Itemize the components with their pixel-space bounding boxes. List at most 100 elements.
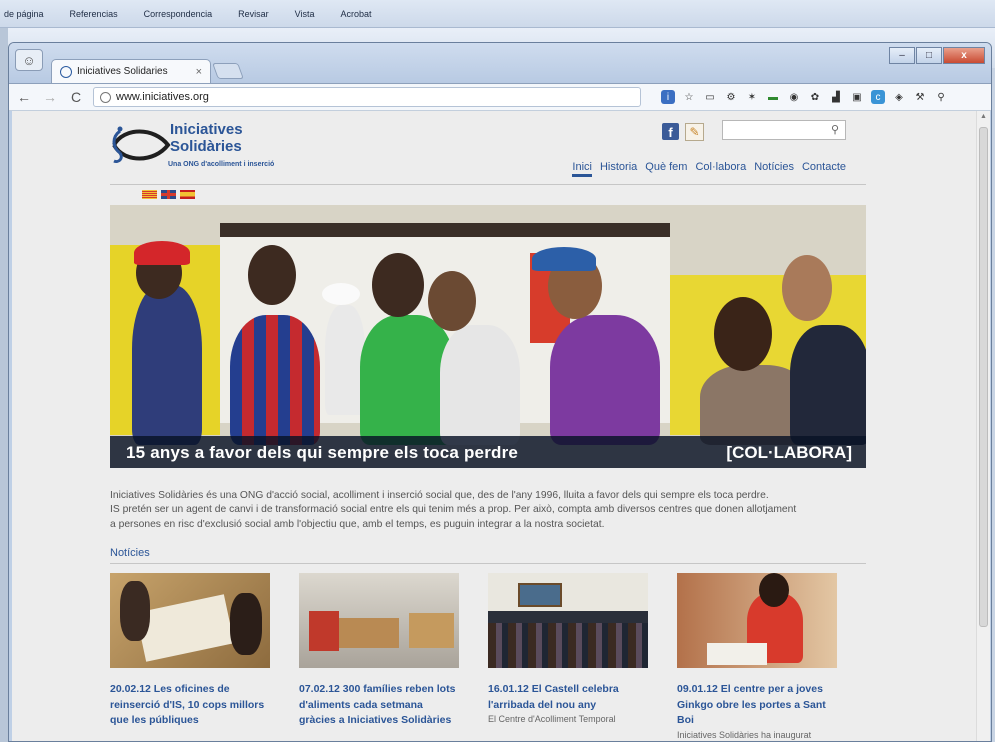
mail-icon[interactable]: ✎ — [685, 123, 704, 141]
search-icon[interactable]: ⚲ — [831, 123, 839, 136]
record-icon[interactable]: ◉ — [787, 90, 801, 104]
thumb-box — [409, 613, 454, 648]
main-navigation: Inici Historia Què fem Col·labora Notíci… — [572, 161, 846, 177]
puzzle-icon[interactable]: ✶ — [745, 90, 759, 104]
news-item[interactable]: 20.02.12 Les oficines de reinserció d'IS… — [110, 573, 270, 729]
thumb-box — [339, 618, 399, 648]
browser-tab[interactable]: Iniciatives Solidaries × — [51, 59, 211, 83]
hero-person-head — [248, 245, 296, 305]
browser-toolbar: ← → C www.iniciatives.org i ☆ ▭ ⚙ ✶ ▬ ◉ … — [9, 83, 991, 111]
english-flag-icon[interactable] — [161, 190, 176, 199]
extension-icons: i ☆ ▭ ⚙ ✶ ▬ ◉ ✿ ▟ ▣ c ◈ ⚒ ⚲ — [661, 90, 948, 104]
word-menu-item[interactable]: Referencias — [70, 9, 118, 19]
logo-line1: Iniciatives — [170, 121, 243, 138]
maximize-button[interactable]: □ — [916, 47, 942, 64]
intro-line: Iniciatives Solidàries és una ONG d'acci… — [110, 490, 769, 501]
hero-person — [440, 325, 520, 445]
word-menu-item[interactable]: Vista — [295, 9, 315, 19]
page-favicon-icon — [60, 65, 72, 78]
new-tab-button[interactable] — [212, 63, 244, 79]
reload-button[interactable]: C — [67, 89, 85, 105]
news-title[interactable]: 07.02.12 300 famílies reben lots d'alime… — [299, 682, 459, 729]
news-heading[interactable]: Notícies — [110, 547, 150, 559]
intro-text: Iniciatives Solidàries és una ONG d'acci… — [110, 489, 866, 532]
news-divider — [110, 563, 866, 564]
hero-caption: 15 anys a favor dels qui sempre els toca… — [126, 443, 519, 462]
wrench-icon[interactable]: ⚲ — [934, 90, 948, 104]
forward-button[interactable]: → — [41, 89, 59, 105]
hero-person — [325, 305, 365, 415]
news-thumbnail[interactable] — [677, 573, 837, 668]
gear-icon[interactable]: ⚙ — [724, 90, 738, 104]
hero-person — [230, 315, 320, 445]
url-text: www.iniciatives.org — [116, 91, 209, 103]
collaborate-link[interactable]: [COL·LABORA] — [726, 443, 852, 463]
address-bar[interactable]: www.iniciatives.org — [93, 87, 641, 107]
globe-icon — [100, 91, 111, 103]
news-thumbnail[interactable] — [488, 573, 648, 668]
nav-noticies[interactable]: Notícies — [754, 161, 794, 177]
extension-info-icon[interactable]: i — [661, 90, 675, 104]
tab-close-icon[interactable]: × — [196, 66, 202, 78]
browser-window: ☺ Iniciatives Solidaries × – □ x ← → C w… — [8, 42, 992, 742]
close-button[interactable]: x — [943, 47, 985, 64]
nav-que-fem[interactable]: Què fem — [645, 161, 687, 177]
hero-banner[interactable]: 15 anys a favor dels qui sempre els toca… — [110, 205, 866, 468]
minimize-button[interactable]: – — [889, 47, 915, 64]
news-title[interactable]: 09.01.12 El centre per a joves Ginkgo ob… — [677, 682, 837, 729]
nav-inici[interactable]: Inici — [572, 161, 592, 177]
window-controls: – □ x — [889, 47, 985, 64]
nav-historia[interactable]: Historia — [600, 161, 637, 177]
leaf-icon[interactable]: ▬ — [766, 90, 780, 104]
word-menu-item[interactable]: de página — [4, 9, 44, 19]
screen-icon[interactable]: ▟ — [829, 90, 843, 104]
catalan-flag-icon[interactable] — [142, 190, 157, 199]
thumb-crowd — [488, 623, 648, 668]
intro-line: a persones en risc d'exclusió social amb… — [110, 518, 605, 530]
site-logo[interactable]: Iniciatives Solidàries Una ONG d'acollim… — [110, 119, 274, 175]
scroll-thumb[interactable] — [979, 127, 988, 627]
logo-title: Iniciatives Solidàries — [170, 121, 243, 155]
thumb-papers — [135, 594, 235, 662]
nav-contacte[interactable]: Contacte — [802, 161, 846, 177]
word-menu-item[interactable]: Correspondencia — [144, 9, 213, 19]
c-extension-icon[interactable]: c — [871, 90, 885, 104]
back-button[interactable]: ← — [15, 89, 33, 105]
page-viewport: Iniciatives Solidàries Una ONG d'acollim… — [12, 111, 990, 741]
incognito-icon: ☺ — [15, 49, 43, 71]
hero-person-head — [714, 297, 772, 371]
news-item[interactable]: 09.01.12 El centre per a joves Ginkgo ob… — [677, 573, 837, 741]
facebook-icon[interactable]: f — [662, 123, 679, 140]
news-thumbnail[interactable] — [299, 573, 459, 668]
hero-person-head — [428, 271, 476, 331]
browser-titlebar[interactable]: ☺ Iniciatives Solidaries × – □ x — [9, 43, 991, 83]
red-cap — [134, 241, 190, 265]
news-snippet: Iniciatives Solidàries ha inaugurat — [677, 729, 812, 740]
site-search-input[interactable]: ⚲ — [722, 120, 846, 140]
world-icon[interactable]: ✿ — [808, 90, 822, 104]
speaker-icon[interactable]: ◈ — [892, 90, 906, 104]
nav-col-labora[interactable]: Col·labora — [695, 161, 746, 177]
star-icon[interactable]: ☆ — [682, 90, 696, 104]
keyboard-icon[interactable]: ▭ — [703, 90, 717, 104]
news-thumbnail[interactable] — [110, 573, 270, 668]
spanish-flag-icon[interactable] — [180, 190, 195, 199]
scroll-up-icon[interactable]: ▲ — [977, 111, 990, 123]
print-icon[interactable]: ▣ — [850, 90, 864, 104]
news-title[interactable]: 20.02.12 Les oficines de reinserció d'IS… — [110, 682, 270, 729]
hero-person — [550, 315, 660, 445]
thumb-painting — [518, 583, 562, 607]
news-title[interactable]: 16.01.12 El Castell celebra l'arribada d… — [488, 682, 648, 713]
logo-tagline: Una ONG d'acolliment i inserció — [168, 161, 275, 168]
vertical-scrollbar[interactable]: ▲ — [976, 111, 990, 741]
social-links: f ✎ — [662, 123, 704, 141]
chef-hat — [322, 283, 360, 305]
hero-person — [790, 325, 866, 445]
word-menu-item[interactable]: Revisar — [238, 9, 269, 19]
news-item[interactable]: 07.02.12 300 famílies reben lots d'alime… — [299, 573, 459, 729]
word-menu-item[interactable]: Acrobat — [341, 9, 372, 19]
news-item[interactable]: 16.01.12 El Castell celebra l'arribada d… — [488, 573, 648, 726]
word-window-edge — [0, 28, 8, 742]
news-snippet: El Centre d'Acolliment Temporal — [488, 714, 616, 724]
tools-icon[interactable]: ⚒ — [913, 90, 927, 104]
